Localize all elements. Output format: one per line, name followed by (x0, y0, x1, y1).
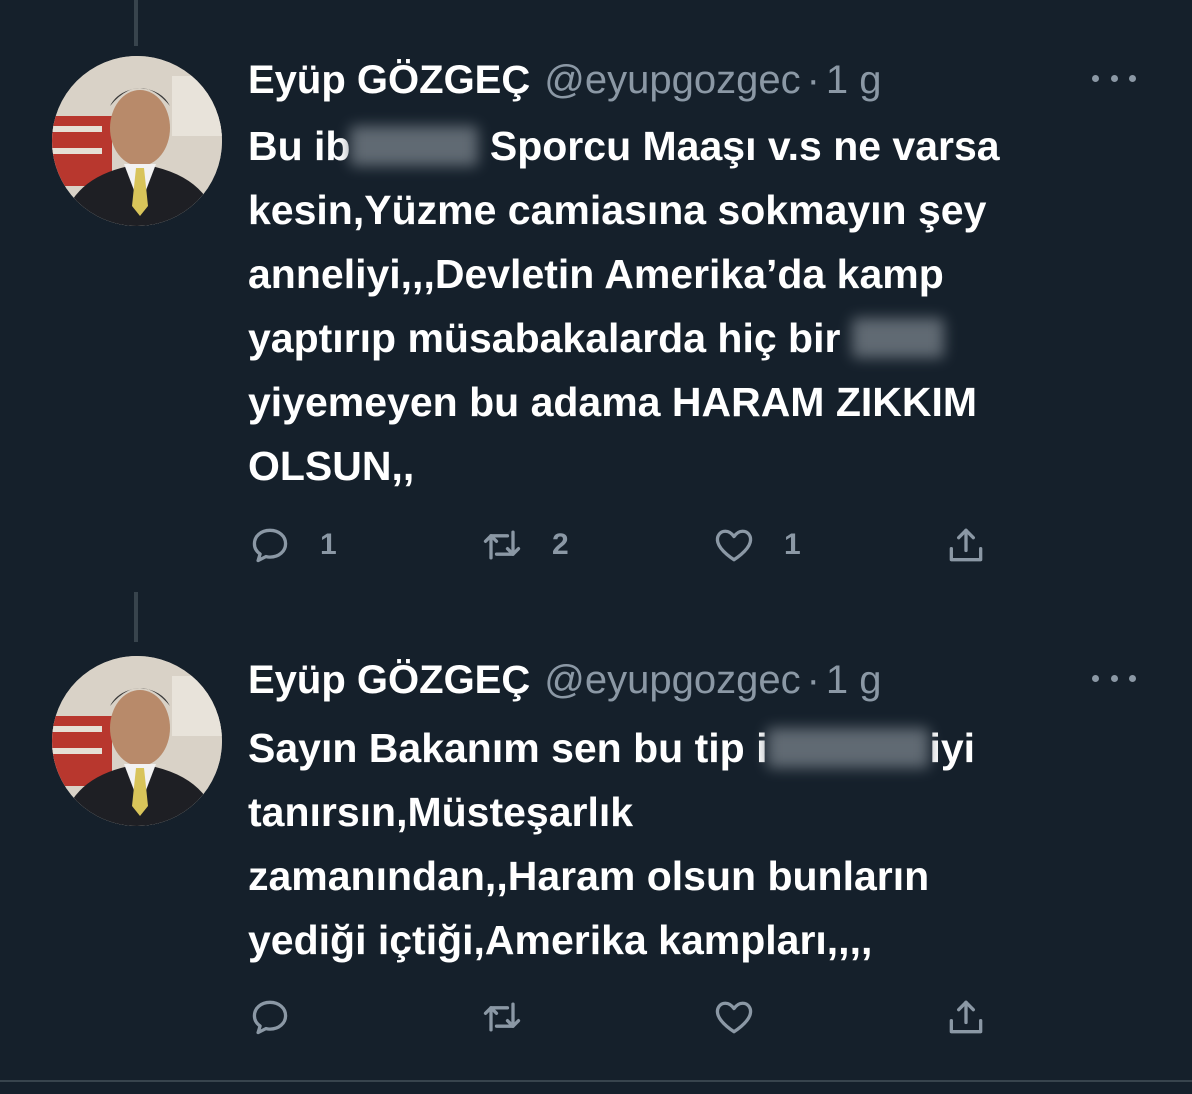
share-icon (949, 528, 983, 562)
share-button[interactable] (944, 992, 988, 1042)
reply-button[interactable] (248, 992, 320, 1042)
author-name[interactable]: Eyüp GÖZGEÇ (248, 656, 530, 704)
text-segment: Bu ib (248, 123, 351, 169)
heart-icon (715, 529, 753, 562)
like-button[interactable] (712, 992, 784, 1042)
blurred-word (851, 318, 944, 358)
tweet-text-line: Bu ib Sporcu Maaşı v.s ne varsa (248, 114, 1148, 178)
tweet-text-line: Sayın Bakanım sen bu tip i iyi (248, 716, 1148, 780)
tweet[interactable]: Eyüp GÖZGEÇ @eyupgozgec · 1 g Bu ib Spor… (0, 0, 1192, 590)
tweet[interactable]: Eyüp GÖZGEÇ @eyupgozgec · 1 g Sayın Baka… (0, 592, 1192, 1082)
text-segment: yaptırıp müsabakalarda hiç bir (248, 315, 852, 361)
tweet-timestamp[interactable]: 1 g (826, 56, 882, 104)
tweet-header: Eyüp GÖZGEÇ @eyupgozgec · 1 g (248, 56, 882, 104)
tweet-text: Sayın Bakanım sen bu tip i iyi tanırsın,M… (248, 716, 1148, 972)
blurred-word (767, 728, 930, 768)
tweet-divider (0, 1080, 1192, 1082)
tweet-text-line: kesin,Yüzme camiasına sokmayın şey (248, 187, 987, 233)
author-handle[interactable]: @eyupgozgec (544, 656, 800, 704)
separator-dot: · (806, 58, 820, 102)
reply-icon (252, 528, 288, 563)
share-button[interactable] (944, 520, 988, 570)
share-icon (949, 1000, 983, 1034)
like-button[interactable]: 1 (712, 520, 801, 570)
tweet-text-line: yediği içtiği,Amerika kampları,,,, (248, 917, 873, 963)
reply-button[interactable]: 1 (248, 520, 337, 570)
author-handle[interactable]: @eyupgozgec (544, 56, 800, 104)
retweet-icon (483, 530, 521, 560)
tweet-text-line: tanırsın,Müsteşarlık (248, 789, 634, 835)
avatar-photo (52, 56, 222, 226)
tweet-text-line: OLSUN,, (248, 443, 415, 489)
tweet-text-line: yaptırıp müsabakalarda hiç bir (248, 306, 1148, 370)
tweet-actions (248, 992, 1008, 1042)
more-options-icon[interactable] (1092, 68, 1136, 88)
blurred-word (350, 126, 479, 166)
tweet-actions: 1 2 1 (248, 520, 1008, 570)
text-segment: Sporcu Maaşı v.s ne varsa (478, 123, 1000, 169)
tweet-header: Eyüp GÖZGEÇ @eyupgozgec · 1 g (248, 656, 882, 704)
reply-count: 1 (320, 528, 337, 561)
heart-icon (715, 1001, 753, 1034)
author-name[interactable]: Eyüp GÖZGEÇ (248, 56, 530, 104)
tweet-text-line: yiyemeyen bu adama HARAM ZIKKIM (248, 379, 978, 425)
tweet-timestamp[interactable]: 1 g (826, 656, 882, 704)
retweet-button[interactable] (480, 992, 552, 1042)
text-segment: Sayın Bakanım sen bu tip i (248, 725, 768, 771)
tweet-text: Bu ib Sporcu Maaşı v.s ne varsa kesin,Yü… (248, 114, 1148, 498)
more-options-icon[interactable] (1092, 668, 1136, 688)
avatar-photo (52, 656, 222, 826)
retweet-count: 2 (552, 528, 569, 561)
avatar[interactable] (52, 656, 222, 826)
text-segment: iyi (929, 725, 976, 771)
separator-dot: · (806, 658, 820, 702)
reply-icon (252, 1000, 288, 1035)
tweet-text-line: zamanından,,Haram olsun bunların (248, 853, 930, 899)
like-count: 1 (784, 528, 801, 561)
retweet-icon (483, 1002, 521, 1032)
avatar[interactable] (52, 56, 222, 226)
retweet-button[interactable]: 2 (480, 520, 569, 570)
tweet-text-line: anneliyi,,,Devletin Amerika’da kamp (248, 251, 944, 297)
